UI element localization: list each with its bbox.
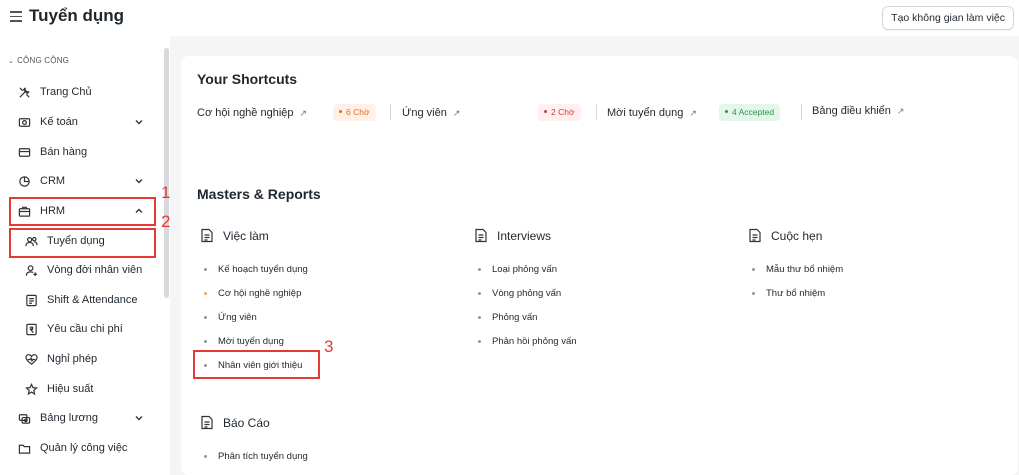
sidebar-item-label: Vòng đời nhân viên xyxy=(47,264,143,276)
sidebar-item-label: Trang Chủ xyxy=(40,86,92,98)
link-interview-feedback[interactable]: Phản hồi phỏng vấn xyxy=(478,334,577,348)
sidebar-item-accounting[interactable]: Kế toán xyxy=(17,108,145,136)
pie-chart-icon xyxy=(17,174,31,188)
link-recruitment-plan[interactable]: Kế hoạch tuyển dụng xyxy=(204,262,308,276)
document-icon xyxy=(200,228,214,243)
shortcut-job-offer[interactable]: Mời tuyển dụng ↗ xyxy=(607,104,697,122)
divider xyxy=(390,104,391,120)
arrow-up-right-icon: ↗ xyxy=(452,107,461,118)
group-title-interviews: Interviews xyxy=(474,228,551,243)
sidebar-item-label: CRM xyxy=(40,175,66,187)
divider xyxy=(801,104,802,120)
link-interview-type[interactable]: Loại phỏng vấn xyxy=(478,262,557,276)
arrow-up-right-icon: ↗ xyxy=(896,105,905,116)
sidebar-section-header[interactable]: ⌄ CÔNG CỘNG xyxy=(8,56,69,65)
sidebar-item-label: Quản lý công việc xyxy=(40,442,128,454)
heart-pulse-icon xyxy=(24,352,38,366)
highlight-box-hrm xyxy=(9,197,156,226)
chevron-down-icon[interactable] xyxy=(133,116,145,128)
sidebar-scrollbar[interactable] xyxy=(164,48,169,298)
sidebar-item-shift-attendance[interactable]: Shift & Attendance xyxy=(24,286,154,314)
link-recruitment-analytics[interactable]: Phân tích tuyển dụng xyxy=(204,449,308,463)
shortcut-job-opening[interactable]: Cơ hội nghề nghiệp ↗ xyxy=(197,104,307,122)
shortcuts-heading: Your Shortcuts xyxy=(197,71,298,87)
group-title-reports: Báo Cáo xyxy=(200,415,270,430)
group-title-jobs: Việc làm xyxy=(200,228,269,243)
annotation-number-3: 3 xyxy=(324,337,334,356)
chevron-down-icon[interactable] xyxy=(133,175,145,187)
link-applicant[interactable]: Ứng viên xyxy=(204,310,257,324)
sidebar-item-employee-lifecycle[interactable]: Vòng đời nhân viên xyxy=(24,256,154,284)
create-workspace-button[interactable]: Tạo không gian làm việc xyxy=(882,6,1014,30)
status-badge: 2 Chờ xyxy=(538,104,581,121)
sidebar-item-label: Nghỉ phép xyxy=(47,353,98,365)
folder-icon xyxy=(17,441,31,455)
link-appointment-letter-template[interactable]: Mẫu thư bổ nhiệm xyxy=(752,262,843,276)
masters-reports-heading: Masters & Reports xyxy=(197,186,321,202)
hamburger-menu-icon[interactable] xyxy=(10,11,22,22)
status-badge: 6 Chờ xyxy=(333,104,376,121)
sidebar-item-label: Kế toán xyxy=(40,116,78,128)
document-icon xyxy=(200,415,214,430)
document-icon xyxy=(748,228,762,243)
page-title: Tuyển dụng xyxy=(29,6,125,25)
sidebar-item-label: Bán hàng xyxy=(40,146,88,158)
link-appointment-letter[interactable]: Thư bổ nhiệm xyxy=(752,286,825,300)
sidebar-item-performance[interactable]: Hiệu suất xyxy=(24,375,154,403)
chevron-down-icon: ⌄ xyxy=(8,58,15,65)
sidebar-item-payroll[interactable]: Bảng lương xyxy=(17,404,145,432)
sidebar-item-label: Yêu cầu chi phí xyxy=(47,323,123,335)
sidebar-item-leave[interactable]: Nghỉ phép xyxy=(24,345,154,373)
sidebar-item-label: Bảng lương xyxy=(40,412,99,424)
status-badge: 4 Accepted xyxy=(719,104,781,121)
group-title-appointments: Cuộc hẹn xyxy=(748,228,822,243)
star-icon xyxy=(24,382,38,396)
shortcut-applicant[interactable]: Ứng viên ↗ xyxy=(402,104,460,122)
link-job-opening[interactable]: Cơ hội nghề nghiệp xyxy=(204,286,301,300)
link-job-offer[interactable]: Mời tuyển dụng xyxy=(204,334,284,348)
shortcut-label: Ứng viên xyxy=(402,107,447,119)
chevron-down-icon[interactable] xyxy=(133,412,145,424)
tools-icon xyxy=(17,85,31,99)
user-add-icon xyxy=(24,263,38,277)
arrow-up-right-icon: ↗ xyxy=(299,107,308,118)
sidebar-item-expense-claims[interactable]: Yêu cầu chi phí xyxy=(24,315,154,343)
sidebar-item-sales[interactable]: Bán hàng xyxy=(17,138,145,166)
shortcut-label: Mời tuyển dụng xyxy=(607,107,684,119)
link-interview-round[interactable]: Vòng phỏng vấn xyxy=(478,286,561,300)
arrow-up-right-icon: ↗ xyxy=(689,107,697,118)
card-icon xyxy=(17,145,31,159)
sidebar-section-label: CÔNG CỘNG xyxy=(17,56,70,65)
sidebar: ⌄ CÔNG CỘNG Trang Chủ Kế toán Bán hàng CR… xyxy=(0,48,163,475)
rupee-receipt-icon xyxy=(24,322,38,336)
top-bar: Tuyển dụng Tạo không gian làm việc xyxy=(0,0,1019,36)
highlight-box-recruitment xyxy=(9,228,156,258)
list-icon xyxy=(24,293,38,307)
sidebar-item-label: Shift & Attendance xyxy=(47,294,138,306)
divider xyxy=(596,104,597,120)
payroll-icon xyxy=(17,411,31,425)
highlight-box-employee-referral xyxy=(193,350,320,379)
link-interview[interactable]: Phỏng vấn xyxy=(478,310,537,324)
shortcut-dashboard[interactable]: Bảng điều khiển ↗ xyxy=(812,102,904,120)
sidebar-item-label: Hiệu suất xyxy=(47,383,94,395)
sidebar-item-home[interactable]: Trang Chủ xyxy=(17,78,145,106)
accounting-icon xyxy=(17,115,31,129)
shortcut-label: Bảng điều khiển xyxy=(812,105,891,117)
document-icon xyxy=(474,228,488,243)
shortcut-label: Cơ hội nghề nghiệp xyxy=(197,107,294,119)
sidebar-item-crm[interactable]: CRM xyxy=(17,167,145,195)
sidebar-item-project-management[interactable]: Quản lý công việc xyxy=(17,434,157,462)
